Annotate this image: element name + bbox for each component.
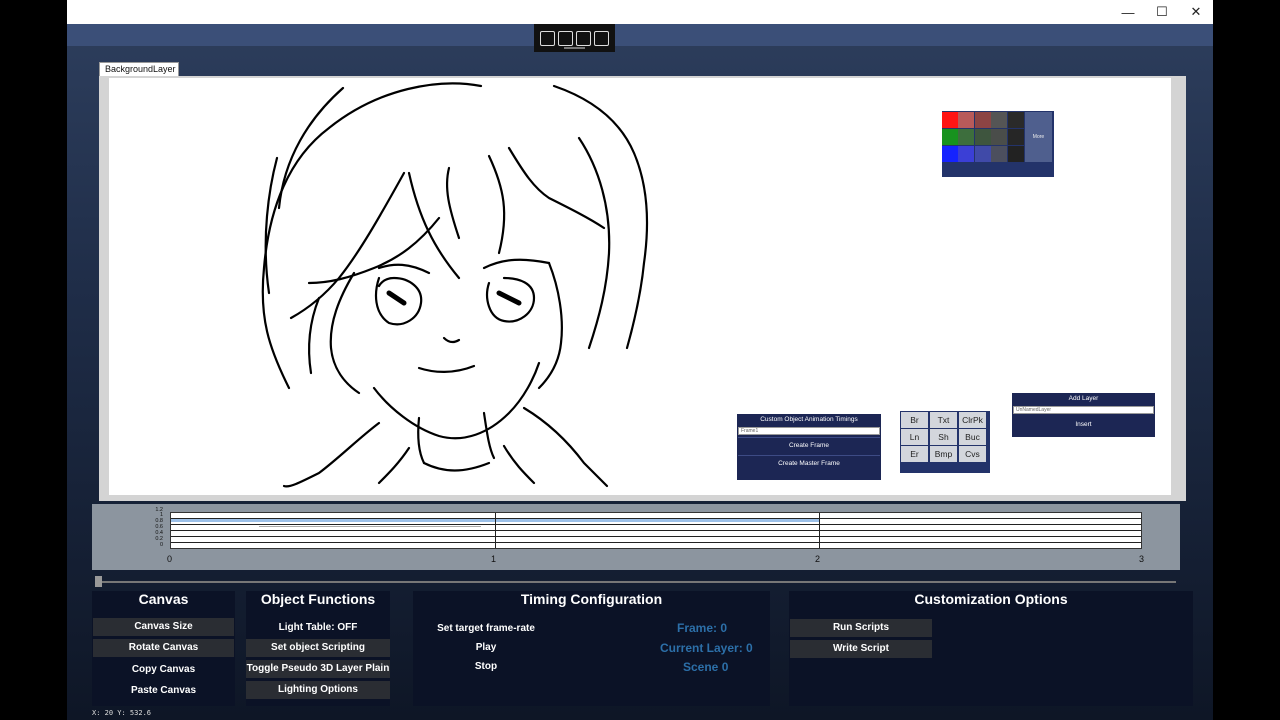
swatch-slate[interactable]	[991, 129, 1007, 145]
top-strip	[67, 24, 1213, 46]
layer-panel: Add Layer Insert	[1012, 393, 1155, 437]
tool-shape[interactable]: Sh	[930, 429, 957, 445]
copy-canvas-button[interactable]: Copy Canvas	[93, 664, 234, 675]
track-focus-icon[interactable]	[594, 30, 609, 46]
create-master-frame-button[interactable]: Create Master Frame	[738, 455, 880, 470]
swatch-dark-olive[interactable]	[975, 129, 991, 145]
tool-line[interactable]: Ln	[901, 429, 928, 445]
set-target-frame-rate-button[interactable]: Set target frame-rate	[431, 623, 541, 634]
canvas-panel: Canvas Canvas Size Rotate Canvas Copy Ca…	[92, 591, 235, 706]
color-palette: More	[942, 111, 1054, 177]
select-element-icon[interactable]	[558, 30, 573, 46]
close-button[interactable]: ✕	[1179, 0, 1213, 24]
scrubber-thumb[interactable]	[95, 576, 102, 587]
swatch-gray[interactable]	[991, 112, 1007, 128]
x-tick-label: 3	[1139, 554, 1145, 564]
swatch-black[interactable]	[1008, 129, 1024, 145]
scene-readout: Scene 0	[683, 660, 729, 674]
customization-options-title: Customization Options	[914, 591, 1068, 607]
more-colors-button[interactable]: More	[1025, 112, 1052, 162]
dev-toolbar	[534, 24, 615, 52]
grid-line	[171, 542, 1141, 543]
toolbar-grip[interactable]	[564, 47, 585, 49]
layer-tab[interactable]: BackgroundLayer	[99, 62, 179, 76]
x-tick-label: 2	[815, 554, 821, 564]
layer-name-input[interactable]	[1013, 406, 1154, 414]
swatch-steel-blue[interactable]	[975, 146, 991, 162]
swatch-dusty-red[interactable]	[958, 112, 974, 128]
play-button[interactable]: Play	[431, 642, 541, 653]
insert-layer-button[interactable]: Insert	[1012, 417, 1155, 433]
frame-divider	[819, 513, 820, 548]
title-bar: — ☐ ✕	[67, 0, 1213, 24]
drawing-canvas[interactable]: More Custom Object Animation Timings Cre…	[109, 78, 1171, 495]
swatch-green[interactable]	[942, 129, 958, 145]
customization-options-panel: Customization Options Run Scripts Write …	[789, 591, 1193, 706]
tool-bitmap[interactable]: Bmp	[930, 446, 957, 462]
swatch-dark[interactable]	[1008, 112, 1024, 128]
app-window: — ☐ ✕ BackgroundLayer More Custom Object…	[67, 0, 1213, 720]
tool-eraser[interactable]: Er	[901, 446, 928, 462]
swatch-blue[interactable]	[942, 146, 958, 162]
tool-canvas[interactable]: Cvs	[959, 446, 986, 462]
add-layer-button[interactable]: Add Layer	[1012, 393, 1155, 405]
minimize-button[interactable]: —	[1111, 0, 1145, 24]
display-layout-adorners-icon[interactable]	[576, 30, 591, 46]
frame-divider	[495, 513, 496, 548]
timeline-graph[interactable]: 1.2 1 0.8 0.6 0.4 0.2 0 0 1 2 3	[92, 504, 1180, 570]
x-tick-label: 0	[167, 554, 173, 564]
animation-panel-header: Custom Object Animation Timings	[737, 414, 881, 426]
maximize-button[interactable]: ☐	[1145, 0, 1179, 24]
keyframe-segment	[259, 526, 481, 527]
swatch-brown[interactable]	[975, 112, 991, 128]
timing-configuration-panel: Timing Configuration Set target frame-ra…	[413, 591, 770, 706]
lighting-options-button[interactable]: Lighting Options	[246, 681, 390, 699]
sketch-drawing	[261, 82, 649, 488]
tool-bucket[interactable]: Buc	[959, 429, 986, 445]
grid-line	[171, 536, 1141, 537]
tool-color-picker[interactable]: ClrPk	[959, 412, 986, 428]
toggle-pseudo-3d-button[interactable]: Toggle Pseudo 3D Layer Plain	[246, 660, 390, 678]
timeline-plot-area[interactable]	[170, 512, 1142, 549]
swatch-near-black[interactable]	[1008, 146, 1024, 162]
run-scripts-button[interactable]: Run Scripts	[790, 619, 932, 637]
scrubber-track[interactable]	[99, 581, 1176, 583]
tool-brush[interactable]: Br	[901, 412, 928, 428]
animation-timings-panel: Custom Object Animation Timings Create F…	[737, 414, 881, 480]
tool-text[interactable]: Txt	[930, 412, 957, 428]
x-tick-label: 1	[491, 554, 497, 564]
swatch-red[interactable]	[942, 112, 958, 128]
timing-configuration-title: Timing Configuration	[520, 591, 663, 607]
stop-button[interactable]: Stop	[431, 661, 541, 672]
current-layer-readout: Current Layer: 0	[660, 641, 753, 655]
canvas-size-button[interactable]: Canvas Size	[93, 618, 234, 636]
swatch-olive[interactable]	[958, 129, 974, 145]
write-script-button[interactable]: Write Script	[790, 640, 932, 658]
paste-canvas-button[interactable]: Paste Canvas	[93, 685, 234, 696]
timeline-scrubber[interactable]	[92, 576, 1180, 587]
grid-line	[171, 524, 1141, 525]
swatch-gray-blue[interactable]	[991, 146, 1007, 162]
set-object-scripting-button[interactable]: Set object Scripting	[246, 639, 390, 657]
live-visual-tree-icon[interactable]	[540, 30, 555, 46]
y-tick-label: 0	[159, 542, 163, 548]
object-functions-title: Object Functions	[260, 591, 376, 607]
frame-readout: Frame: 0	[677, 621, 728, 635]
canvas-panel-title: Canvas	[138, 591, 189, 607]
swatch-royal-blue[interactable]	[958, 146, 974, 162]
tools-panel: Br Txt ClrPk Ln Sh Buc Er Bmp Cvs	[900, 411, 990, 473]
cursor-coordinates: X: 20 Y: 532.6	[92, 709, 152, 717]
grid-line	[171, 530, 1141, 531]
object-functions-panel: Object Functions Light Table: OFF Set ob…	[246, 591, 390, 706]
light-table-toggle[interactable]: Light Table: OFF	[246, 622, 390, 633]
frame-name-input[interactable]	[738, 427, 880, 435]
canvas-frame: More Custom Object Animation Timings Cre…	[99, 76, 1186, 501]
rotate-canvas-button[interactable]: Rotate Canvas	[93, 639, 234, 657]
create-frame-button[interactable]: Create Frame	[738, 437, 880, 452]
